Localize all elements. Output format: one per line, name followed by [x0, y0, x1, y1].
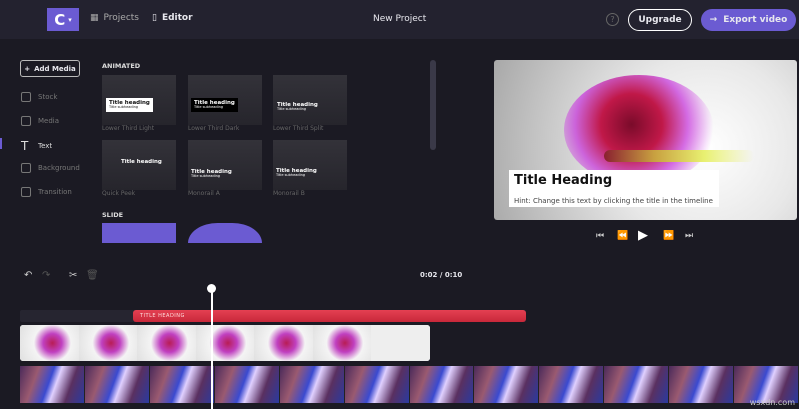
- layers-icon: [21, 163, 31, 173]
- overlay-clip[interactable]: [20, 325, 430, 361]
- library-scrollbar[interactable]: [430, 60, 436, 150]
- undo-icon[interactable]: ↶: [24, 270, 32, 281]
- sidebar-item-transition[interactable]: Transition: [21, 187, 72, 197]
- fast-forward-icon[interactable]: ⏩: [663, 231, 674, 241]
- upgrade-button[interactable]: Upgrade: [628, 9, 692, 31]
- trash-icon[interactable]: 🗑: [86, 270, 99, 281]
- logo-menu-button[interactable]: C ▾: [47, 8, 79, 31]
- project-title[interactable]: New Project: [373, 14, 426, 24]
- text-icon: T: [21, 139, 29, 153]
- sidebar-item-text[interactable]: T Text: [21, 139, 52, 153]
- template-lower-third-dark[interactable]: Title heading Title subheading Lower Third…: [188, 75, 262, 132]
- arrow-right-icon: →: [709, 15, 718, 25]
- nav-projects[interactable]: ▦ Projects: [90, 13, 139, 23]
- plus-icon: +: [24, 64, 31, 73]
- film-icon: ▦: [90, 13, 99, 23]
- playhead[interactable]: [211, 290, 213, 409]
- template-lower-third-light[interactable]: Title heading Title subheading Lower Third…: [102, 75, 176, 132]
- stock-icon: [21, 92, 31, 102]
- template-monorail-a[interactable]: Title heading Title subheading Monorail A: [188, 140, 262, 197]
- scissors-icon[interactable]: ✂: [69, 270, 77, 281]
- video-clip[interactable]: [20, 366, 799, 403]
- skip-end-icon[interactable]: ⏭: [685, 231, 693, 241]
- title-overlay[interactable]: Title Heading Hint: Change this text by c…: [509, 170, 719, 207]
- title-clip[interactable]: TITLE HEADING: [133, 310, 526, 322]
- preview-image: [564, 75, 714, 185]
- redo-icon[interactable]: ↷: [42, 270, 50, 281]
- rewind-icon[interactable]: ⏪: [617, 231, 628, 241]
- section-animated: ANIMATED: [102, 62, 141, 70]
- section-slide: SLIDE: [102, 211, 124, 219]
- nav-editor[interactable]: ▯ Editor: [152, 13, 193, 23]
- media-icon: [21, 116, 31, 126]
- slide-template[interactable]: [188, 223, 262, 243]
- slide-template[interactable]: [102, 223, 176, 243]
- help-icon[interactable]: ?: [606, 13, 619, 26]
- export-video-button[interactable]: → Export video: [701, 9, 796, 31]
- active-indicator: [0, 138, 2, 149]
- document-icon: ▯: [152, 13, 157, 23]
- watermark: wsxdn.com: [749, 398, 795, 407]
- template-lower-third-split[interactable]: Title heading Title subheading Lower Third…: [273, 75, 347, 132]
- preview-streak: [604, 150, 754, 162]
- template-monorail-b[interactable]: Title heading Title subheading Monorail B: [273, 140, 347, 197]
- skip-start-icon[interactable]: ⏮: [596, 231, 604, 241]
- play-icon[interactable]: ▶: [638, 228, 648, 243]
- sidebar-item-stock[interactable]: Stock: [21, 92, 57, 102]
- sidebar-item-media[interactable]: Media: [21, 116, 59, 126]
- template-quick-peek[interactable]: Title heading Quick Peek: [102, 140, 176, 197]
- chevron-down-icon: ▾: [68, 15, 72, 24]
- time-readout: 0:02 / 0:10: [420, 271, 463, 279]
- sidebar-item-background[interactable]: Background: [21, 163, 80, 173]
- video-preview[interactable]: Title Heading Hint: Change this text by c…: [494, 60, 797, 220]
- transition-icon: [21, 187, 31, 197]
- add-media-button[interactable]: + Add Media: [20, 60, 80, 77]
